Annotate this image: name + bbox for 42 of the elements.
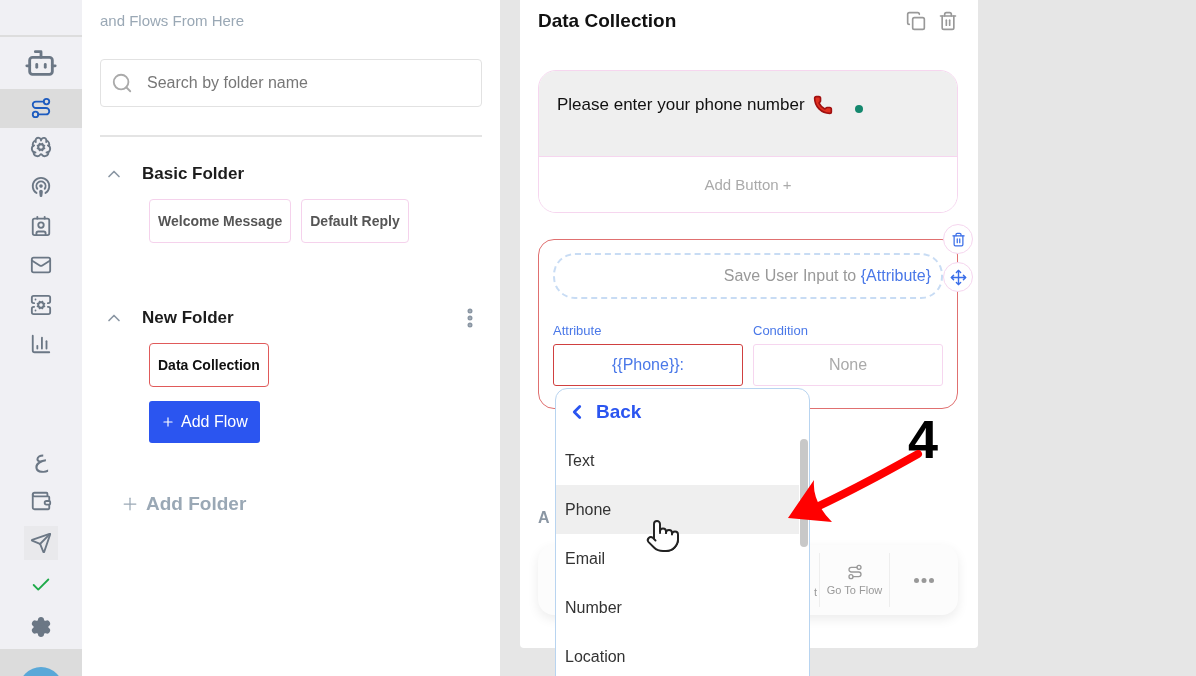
sidebar-item[interactable] [0, 88, 82, 128]
search-field[interactable]: Search by folder name [100, 59, 482, 107]
flow-chip[interactable]: Data Collection [149, 343, 269, 387]
flow-chip[interactable]: Welcome Message [149, 199, 292, 243]
flow-chip[interactable]: Default Reply [301, 199, 409, 243]
search-icon [111, 72, 133, 94]
folder-name: New Folder [142, 308, 235, 328]
contact-icon [30, 215, 52, 238]
delete-button[interactable] [943, 224, 973, 254]
copy-icon[interactable] [906, 11, 926, 31]
folder-name: Basic Folder [142, 164, 246, 184]
route-icon [30, 97, 52, 120]
move-button[interactable] [943, 262, 973, 292]
attribute-select[interactable]: {{Phone}}: [553, 344, 743, 386]
send-icon[interactable] [30, 531, 52, 554]
add-flow-button[interactable]: Add Flow [149, 401, 260, 443]
broadcast-icon [30, 175, 52, 198]
settings-icon[interactable] [30, 616, 52, 639]
field-label: Attribute [553, 323, 603, 338]
message-text: Please enter your phone number [557, 95, 805, 115]
delete-icon[interactable] [938, 11, 958, 31]
annotation-number: 4 [908, 408, 939, 470]
phone-icon [812, 95, 833, 115]
status-dot [854, 105, 863, 113]
move-icon [949, 268, 967, 286]
back-button[interactable]: Back [566, 401, 642, 423]
dropdown-item[interactable]: Phone [556, 485, 799, 534]
go-to-flow-button[interactable]: Go To Flow [820, 553, 890, 607]
language-button[interactable]: ع [0, 438, 82, 480]
more-icon [914, 577, 934, 583]
field-label: Condition [753, 323, 809, 338]
delete-icon [950, 231, 966, 247]
plus-icon [161, 415, 175, 429]
panel-description: and Flows From Here [100, 12, 246, 29]
chart-icon [30, 332, 52, 355]
hand-cursor-icon [645, 518, 681, 554]
server-icon [30, 293, 52, 316]
brain-icon [30, 136, 52, 159]
wallet-icon[interactable] [30, 489, 52, 512]
route-icon [846, 564, 863, 580]
save-input-label: Save User Input to {Attribute} [553, 253, 943, 299]
card-title: Data Collection [538, 10, 678, 32]
